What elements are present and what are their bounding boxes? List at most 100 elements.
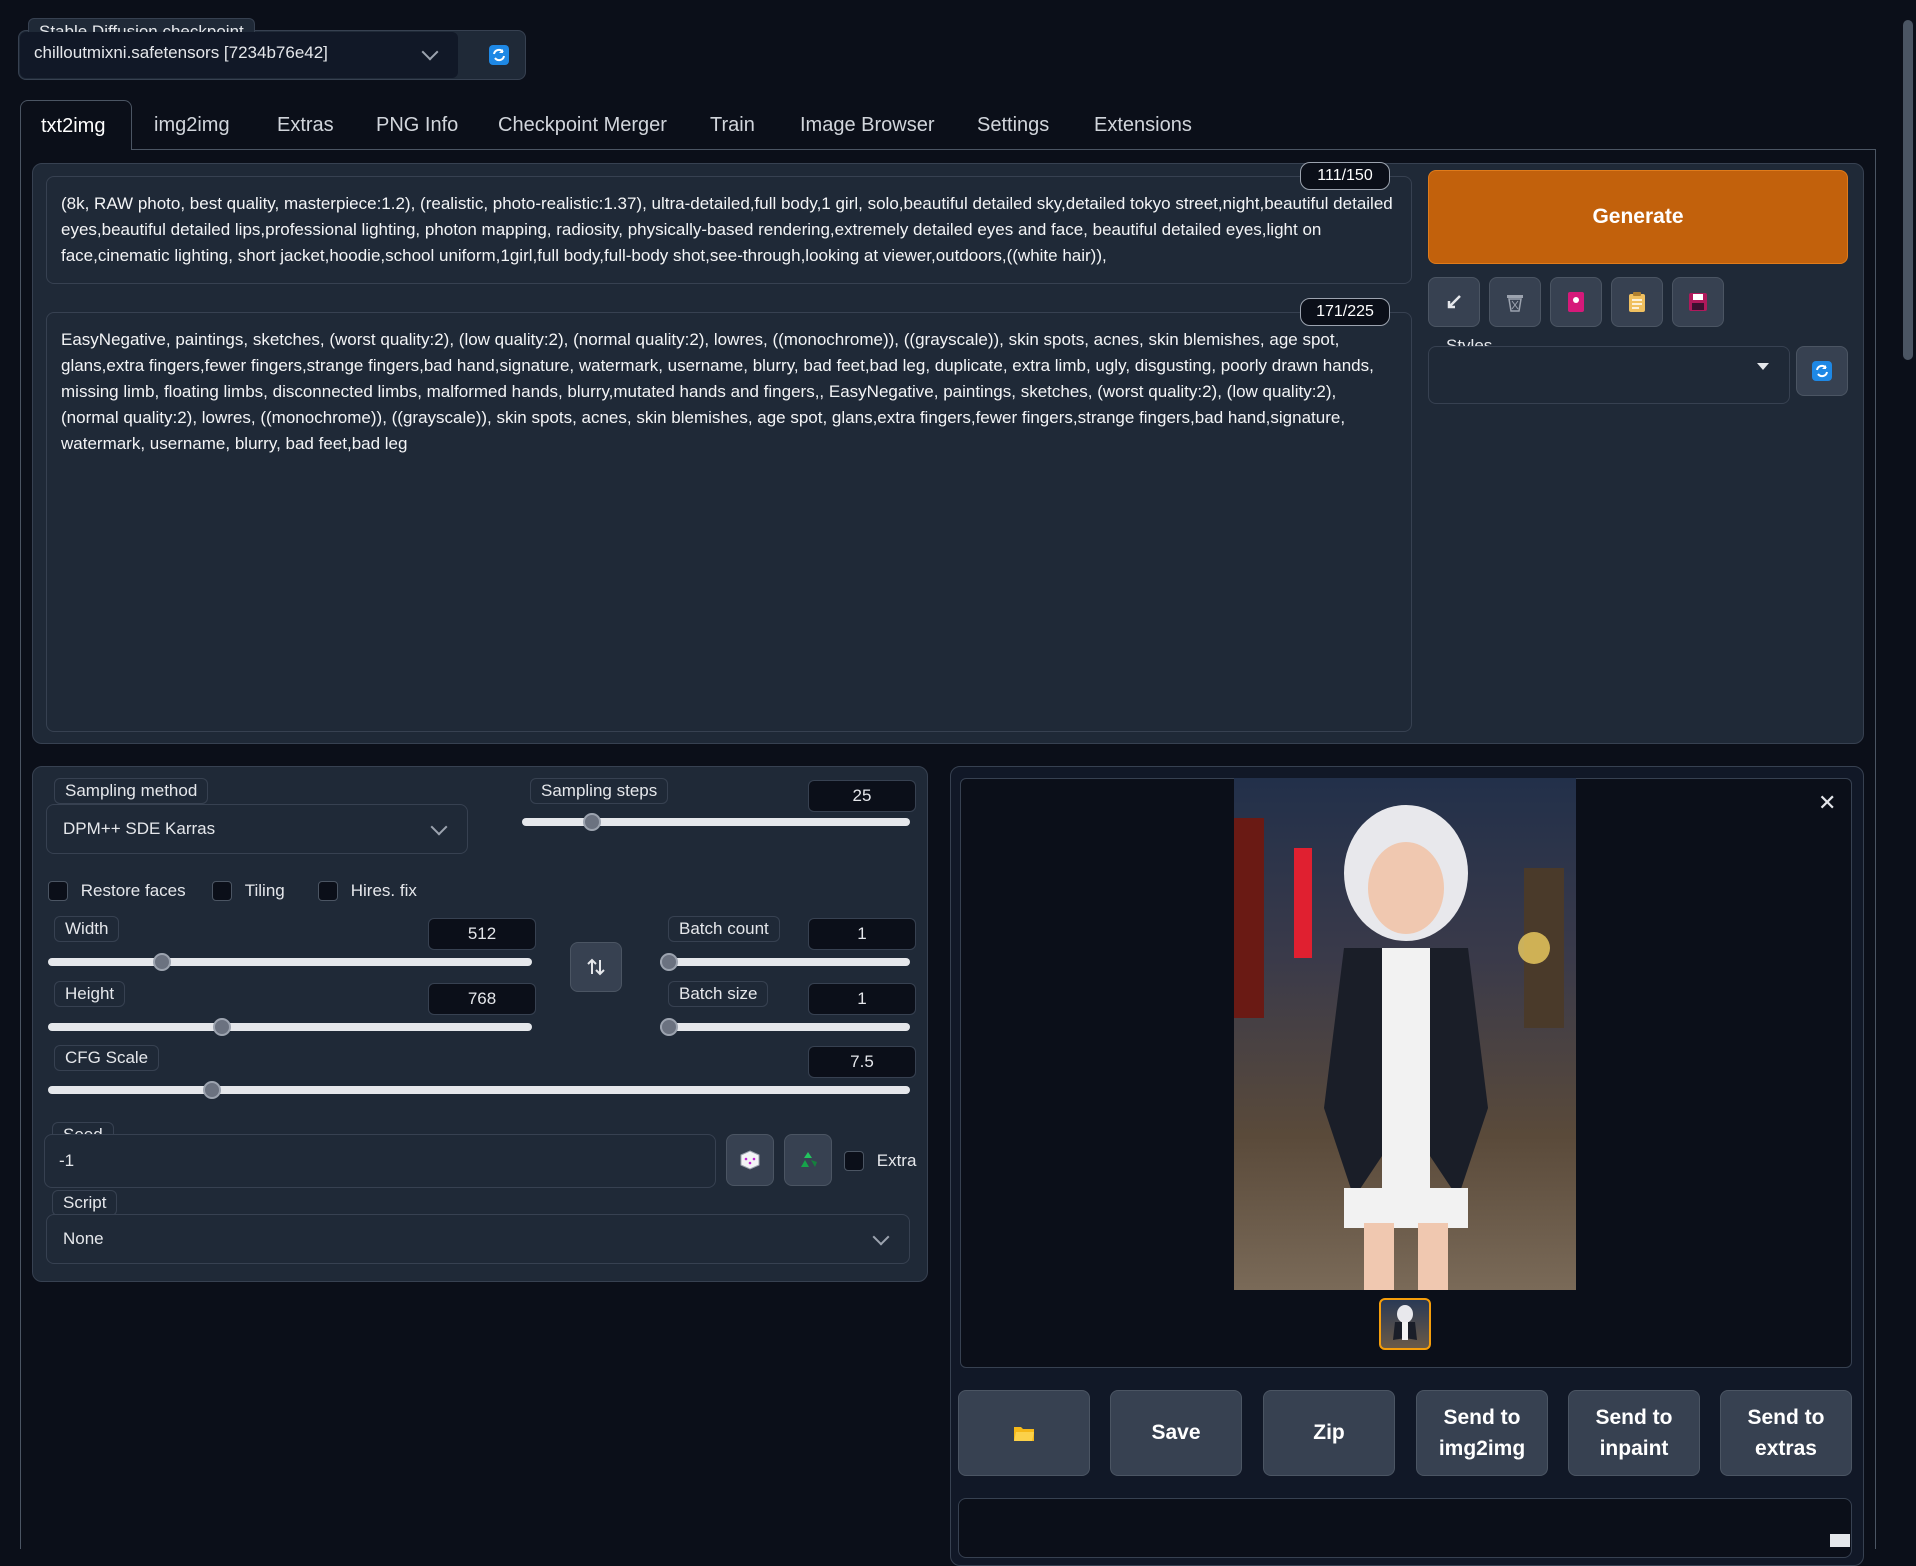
batch-count-slider[interactable] [660,953,910,971]
refresh-icon [489,45,509,65]
extra-networks-button[interactable] [1550,277,1602,327]
tab-png-info[interactable]: PNG Info [376,100,458,150]
gallery-thumbnail[interactable] [1379,1298,1431,1350]
tab-extras[interactable]: Extras [277,100,334,150]
checkpoint-value: chilloutmixni.safetensors [7234b76e42] [34,43,328,62]
page-scrollbar-thumb[interactable] [1903,20,1913,360]
refresh-icon [1812,361,1832,381]
send-to-img2img-button[interactable]: Send to img2img [1416,1390,1548,1476]
save-disk-icon [1689,293,1707,311]
refresh-styles-button[interactable] [1796,346,1848,396]
tab-img2img[interactable]: img2img [154,100,230,150]
resize-handle[interactable] [1830,1534,1850,1547]
chevron-down-icon [872,1228,890,1246]
sampling-steps-input[interactable]: 25 [808,780,916,812]
hires-fix-label: Hires. fix [350,880,417,900]
sampling-steps-slider[interactable] [522,813,910,831]
cfg-scale-slider[interactable] [48,1081,910,1099]
negative-prompt-token-counter: 171/225 [1300,298,1390,326]
open-folder-button[interactable] [958,1390,1090,1476]
clear-prompt-button[interactable] [1489,277,1541,327]
send-to-extras-button[interactable]: Send to extras [1720,1390,1852,1476]
negative-prompt-text: EasyNegative, paintings, sketches, (wors… [61,330,1374,453]
height-slider[interactable] [48,1018,532,1036]
thumbnail-preview [1393,1305,1417,1340]
close-icon[interactable]: ✕ [1818,790,1836,816]
sampling-steps-label: Sampling steps [530,778,669,804]
generated-image[interactable] [1234,778,1576,1290]
batch-size-label: Batch size [668,981,769,1007]
caret-down-icon [1757,363,1769,370]
restore-faces-option[interactable]: Restore faces [48,880,186,901]
width-input[interactable]: 512 [428,918,536,950]
save-button[interactable]: Save [1110,1390,1242,1476]
seed-input[interactable]: -1 [44,1134,716,1188]
swap-icon [587,958,605,976]
sampling-method-label: Sampling method [54,778,209,804]
slider-thumb[interactable] [152,953,171,971]
swap-dimensions-button[interactable] [570,942,622,992]
hires-fix-checkbox[interactable] [318,880,338,901]
generate-button[interactable]: Generate [1428,170,1848,264]
slider-thumb[interactable] [582,813,601,831]
random-seed-button[interactable] [726,1134,774,1186]
slider-thumb[interactable] [660,1018,678,1036]
height-input[interactable]: 768 [428,983,536,1015]
slider-thumb[interactable] [660,953,678,971]
prompt-input[interactable]: (8k, RAW photo, best quality, masterpiec… [46,176,1412,284]
seed-value: -1 [59,1151,75,1170]
restore-faces-label: Restore faces [80,880,186,900]
tab-train[interactable]: Train [710,100,755,150]
tab-txt2img[interactable]: txt2img [20,100,132,150]
chevron-down-icon [430,818,448,836]
extra-seed-option[interactable]: Extra [844,1150,916,1171]
generation-info-box [958,1498,1852,1558]
cfg-scale-input[interactable]: 7.5 [808,1046,916,1078]
tiling-checkbox[interactable] [212,880,232,901]
reuse-seed-button[interactable] [784,1134,832,1186]
height-label: Height [54,981,126,1007]
trash-icon [1507,295,1523,312]
extra-seed-checkbox[interactable] [844,1150,864,1171]
tiling-option[interactable]: Tiling [212,880,285,901]
dice-icon [740,1150,760,1170]
styles-dropdown[interactable] [1428,346,1790,404]
script-dropdown[interactable]: None [46,1214,910,1264]
tab-settings[interactable]: Settings [977,100,1049,150]
tab-bar-right-edge [1875,149,1876,1549]
width-label: Width [54,916,120,942]
generated-image-illustration [1234,805,1564,1290]
recycle-icon [801,1152,817,1167]
hires-fix-option[interactable]: Hires. fix [318,880,417,901]
save-style-button[interactable] [1672,277,1724,327]
refresh-checkpoint-button[interactable] [482,42,516,68]
card-icon [1568,292,1584,312]
read-params-button[interactable] [1428,277,1480,327]
batch-count-input[interactable]: 1 [808,918,916,950]
script-label: Script [52,1190,118,1216]
batch-count-label: Batch count [668,916,780,942]
restore-faces-checkbox[interactable] [48,880,68,901]
send-to-inpaint-button[interactable]: Send to inpaint [1568,1390,1700,1476]
tab-bar-left-edge [20,149,21,1549]
checkpoint-dropdown[interactable]: chilloutmixni.safetensors [7234b76e42] [20,32,458,78]
extra-seed-label: Extra [876,1150,917,1170]
tiling-label: Tiling [244,880,285,900]
prompt-text: (8k, RAW photo, best quality, masterpiec… [61,194,1393,265]
width-slider[interactable] [48,953,532,971]
batch-size-slider[interactable] [660,1018,910,1036]
tab-checkpoint-merger[interactable]: Checkpoint Merger [498,100,667,150]
chevron-down-icon [421,43,439,61]
tab-extensions[interactable]: Extensions [1094,100,1192,150]
folder-icon [1014,1427,1034,1441]
slider-thumb[interactable] [202,1081,221,1099]
zip-button[interactable]: Zip [1263,1390,1395,1476]
batch-size-input[interactable]: 1 [808,983,916,1015]
cfg-scale-label: CFG Scale [54,1045,160,1071]
sampling-method-value: DPM++ SDE Karras [63,819,216,838]
script-value: None [63,1229,104,1248]
negative-prompt-input[interactable]: EasyNegative, paintings, sketches, (wors… [46,312,1412,732]
tab-image-browser[interactable]: Image Browser [800,100,935,150]
apply-style-button[interactable] [1611,277,1663,327]
sampling-method-dropdown[interactable]: DPM++ SDE Karras [46,804,468,854]
